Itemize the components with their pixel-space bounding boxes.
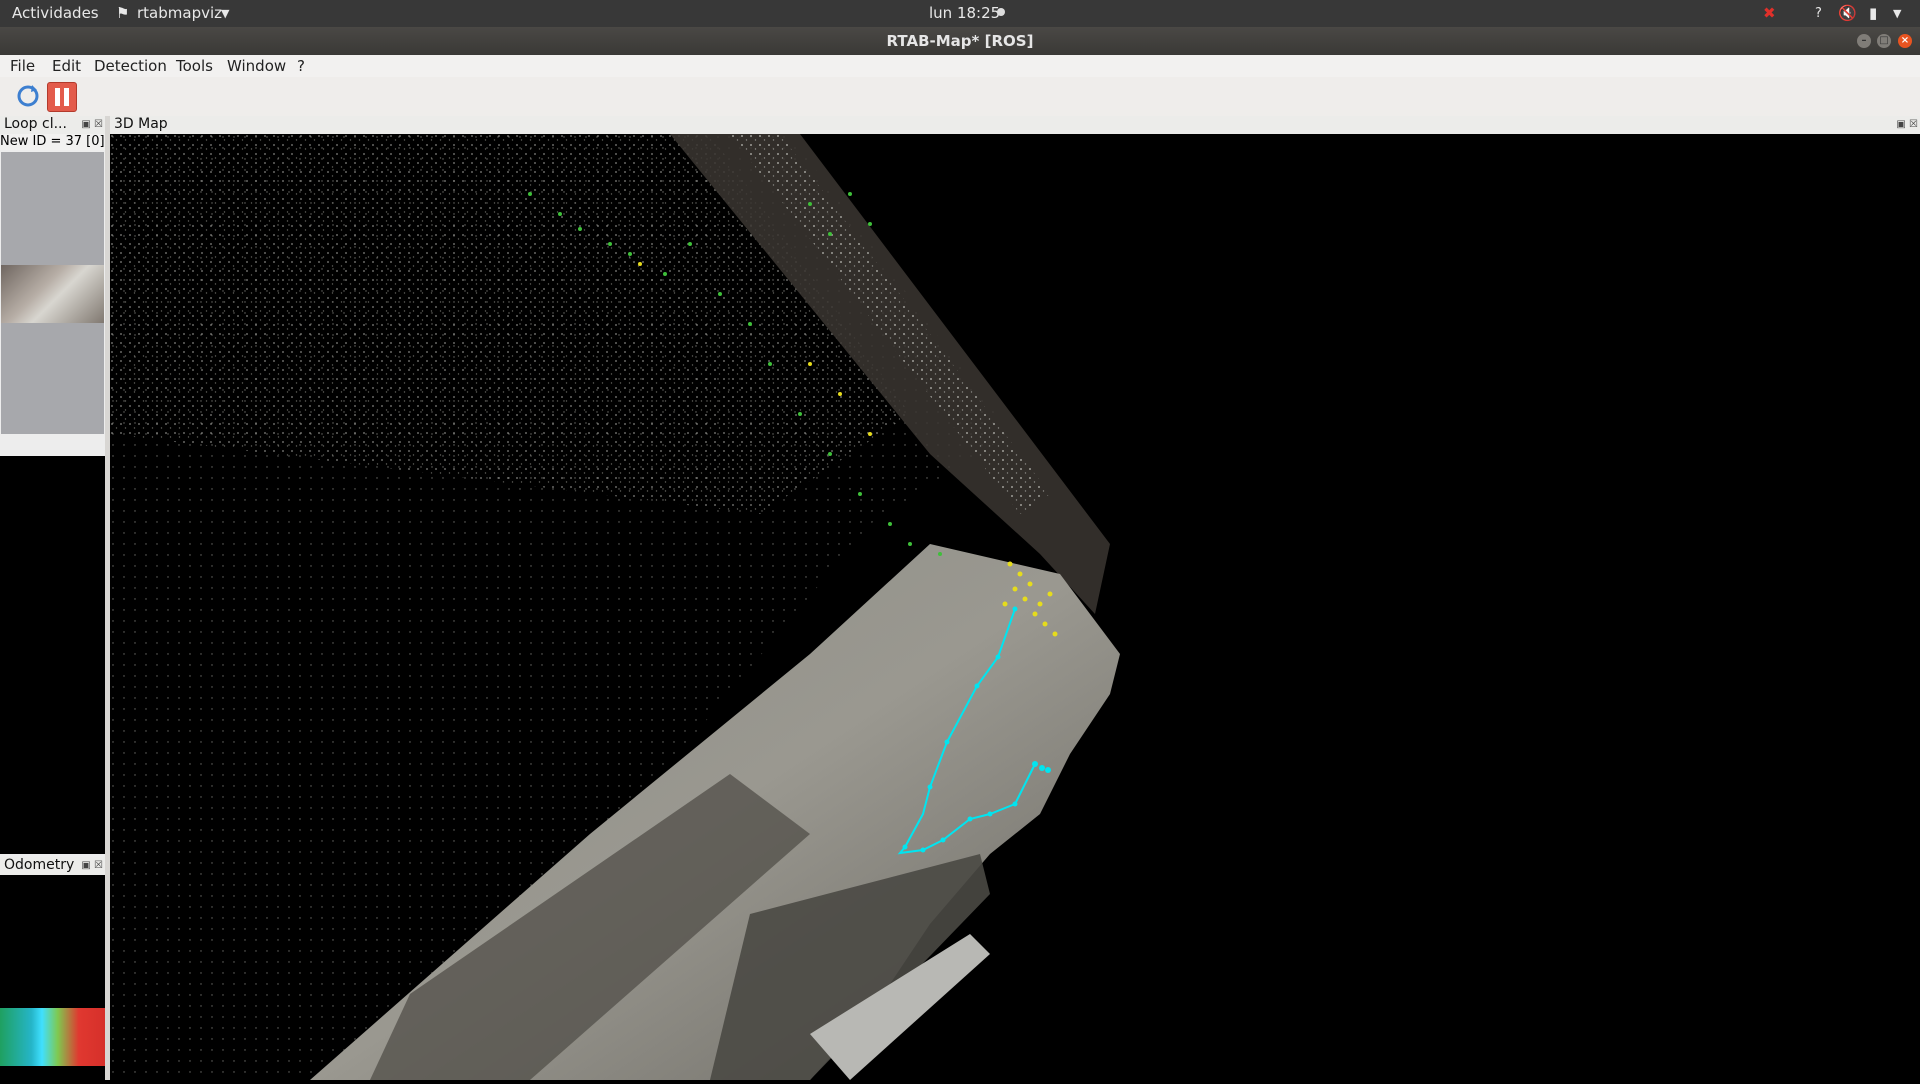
camera-image-thumbnail xyxy=(1,265,104,323)
dock-close-icon[interactable]: ☒ xyxy=(1909,119,1918,130)
odometry-view xyxy=(0,875,105,1080)
pause-button[interactable] xyxy=(47,82,77,112)
point-cloud-render xyxy=(110,134,1120,1080)
system-top-bar: Actividades ⚑ rtabmapviz ▼ lun 18:25 ✖ ?… xyxy=(0,0,1920,27)
menu-file[interactable]: File xyxy=(10,57,35,75)
help-icon[interactable]: ? xyxy=(1815,6,1822,21)
window-title: RTAB-Map* [ROS] xyxy=(886,32,1034,50)
close-icon[interactable]: × xyxy=(1898,34,1912,48)
float-icon[interactable]: ▣ xyxy=(81,119,90,130)
bug-report-icon[interactable]: ✖ xyxy=(1763,4,1776,22)
float-icon[interactable]: ▣ xyxy=(1896,119,1905,130)
battery-icon[interactable]: ▮ xyxy=(1869,4,1877,22)
menu-detection[interactable]: Detection xyxy=(94,57,167,75)
volume-muted-icon[interactable]: 🔇 xyxy=(1838,4,1857,22)
activities-button[interactable]: Actividades xyxy=(12,4,99,22)
menu-tools[interactable]: Tools xyxy=(176,57,213,75)
loop-closure-dock-header[interactable]: Loop cl... ▣ ☒ xyxy=(0,116,105,134)
refresh-button[interactable] xyxy=(14,82,42,110)
minimize-icon[interactable]: – xyxy=(1857,34,1871,48)
clock[interactable]: lun 18:25 xyxy=(929,4,1000,22)
pause-icon xyxy=(55,88,69,106)
map-3d-view[interactable] xyxy=(110,134,1920,1080)
dock-close-icon[interactable]: ☒ xyxy=(94,119,103,130)
new-id-label: New ID = 37 [0] xyxy=(0,134,105,150)
notification-dot-icon xyxy=(997,8,1005,16)
chevron-down-icon[interactable]: ▼ xyxy=(221,7,229,20)
menu-help[interactable]: ? xyxy=(297,57,305,75)
toolbar xyxy=(0,77,1920,117)
system-menu-chevron-icon[interactable]: ▼ xyxy=(1893,7,1901,20)
odometry-dock-title: Odometry xyxy=(4,857,75,873)
loop-closure-dock-title: Loop cl... xyxy=(4,116,67,132)
odometry-dock-header[interactable]: Odometry ▣ ☒ xyxy=(0,857,105,875)
app-menu-button[interactable]: rtabmapviz xyxy=(137,4,222,22)
left-dock-panel: Loop cl... ▣ ☒ New ID = 37 [0] Odometry … xyxy=(0,116,105,1080)
app-menu-icon[interactable]: ⚑ xyxy=(116,4,129,22)
float-icon[interactable]: ▣ xyxy=(81,860,90,871)
refresh-icon xyxy=(17,85,39,107)
map-dock-title: 3D Map xyxy=(114,116,168,132)
menu-edit[interactable]: Edit xyxy=(52,57,81,75)
loop-closure-image xyxy=(1,152,104,434)
menu-bar: File Edit Detection Tools Window ? xyxy=(0,55,1920,77)
window-title-bar: RTAB-Map* [ROS] – □ × xyxy=(0,27,1920,55)
map-dock-header[interactable]: 3D Map ▣ ☒ xyxy=(110,116,1920,134)
menu-window[interactable]: Window xyxy=(227,57,286,75)
loop-closure-view xyxy=(0,456,105,854)
maximize-icon[interactable]: □ xyxy=(1877,34,1891,48)
dock-close-icon[interactable]: ☒ xyxy=(94,860,103,871)
depth-image-thumbnail xyxy=(0,1008,105,1066)
